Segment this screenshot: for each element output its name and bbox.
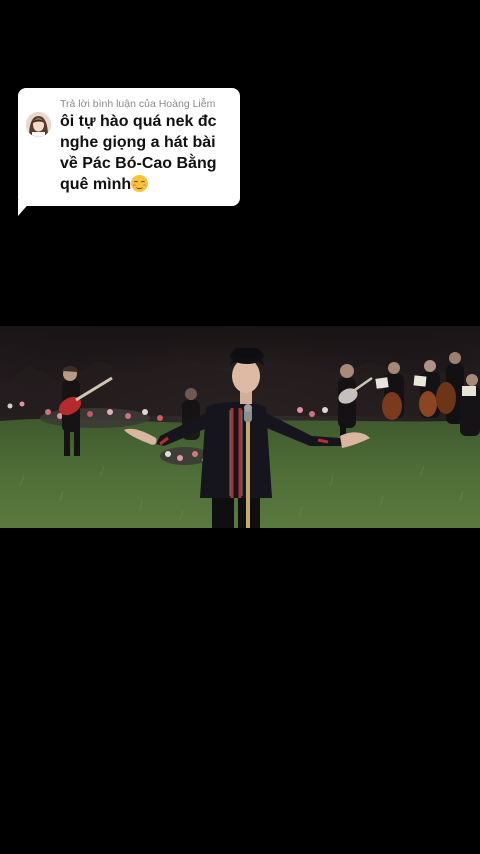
reply-header: Trả lời bình luận của Hoàng Liễm [60,98,216,110]
reply-comment-text: ôi tự hào quá nek đc nghe giọng a hát bà… [60,111,236,195]
reply-comment-sticker[interactable]: Trả lời bình luận của Hoàng Liễm ôi tự h… [18,88,240,206]
commenter-avatar [26,112,51,137]
comment-line: về Pác Bó-Cao Bằng [60,155,217,172]
sticker-tail [18,200,32,216]
video-scene-image [0,326,480,528]
comment-line: quê mình [60,174,236,195]
video-frame[interactable] [0,326,480,528]
comment-line: ôi tự hào quá nek đc [60,113,217,130]
comment-line: nghe giọng a hát bài [60,134,216,151]
video-screen[interactable]: Trả lời bình luận của Hoàng Liễm ôi tự h… [0,0,480,854]
comment-line-text: quê mình [60,176,132,193]
relieved-face-emoji-icon [131,175,149,192]
